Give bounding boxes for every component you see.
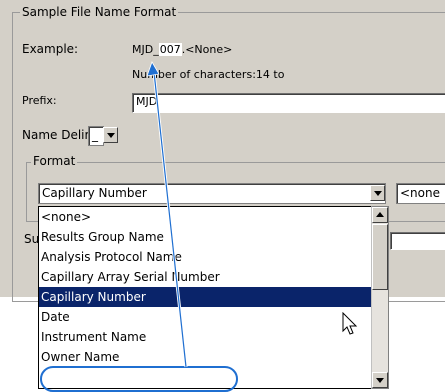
format-select-chevron-down-icon[interactable]	[370, 185, 385, 201]
list-item-date[interactable]: Date	[39, 307, 371, 327]
list-item-results-group-name[interactable]: Results Group Name	[39, 227, 371, 247]
format-dropdown-list[interactable]: <none> Results Group Name Analysis Proto…	[38, 206, 372, 389]
example-prefix: MJD	[132, 43, 154, 56]
example-value: MJD_007.<None>	[132, 42, 232, 57]
scroll-down-icon[interactable]	[372, 372, 388, 388]
character-count: Number of characters:14 to	[132, 68, 285, 81]
prefix-input[interactable]: MJD	[132, 93, 445, 113]
scrollbar-thumb[interactable]	[372, 224, 388, 290]
list-item-owner-name[interactable]: Owner Name	[39, 347, 371, 367]
format-title: Format	[31, 154, 78, 168]
mouse-pointer-icon	[342, 312, 358, 335]
owner-name-highlight	[40, 366, 238, 392]
format-select[interactable]: Capillary Number	[38, 183, 386, 204]
format-select-2[interactable]: <none	[396, 183, 445, 204]
example-label: Example:	[22, 42, 79, 56]
example-highlighted-number: 007	[158, 43, 182, 56]
list-item-analysis-protocol-name[interactable]: Analysis Protocol Name	[39, 247, 371, 267]
partial-label: Su	[24, 232, 40, 246]
delimiter-select[interactable]: _	[88, 126, 104, 146]
prefix-label: Prefix:	[22, 94, 57, 107]
list-item-capillary-array-serial-number[interactable]: Capillary Array Serial Number	[39, 267, 371, 287]
group-title: Sample File Name Format	[20, 5, 179, 19]
list-item-capillary-number[interactable]: Capillary Number	[39, 287, 371, 307]
chevron-down-icon[interactable]	[103, 127, 118, 143]
list-item-none[interactable]: <none>	[39, 207, 371, 227]
example-suffix: .<None>	[181, 43, 233, 56]
list-item-instrument-name[interactable]: Instrument Name	[39, 327, 371, 347]
example-separator: _	[153, 43, 159, 56]
dropdown-scrollbar[interactable]	[371, 206, 389, 389]
scroll-up-icon[interactable]	[372, 207, 388, 223]
partial-field[interactable]	[390, 232, 445, 250]
